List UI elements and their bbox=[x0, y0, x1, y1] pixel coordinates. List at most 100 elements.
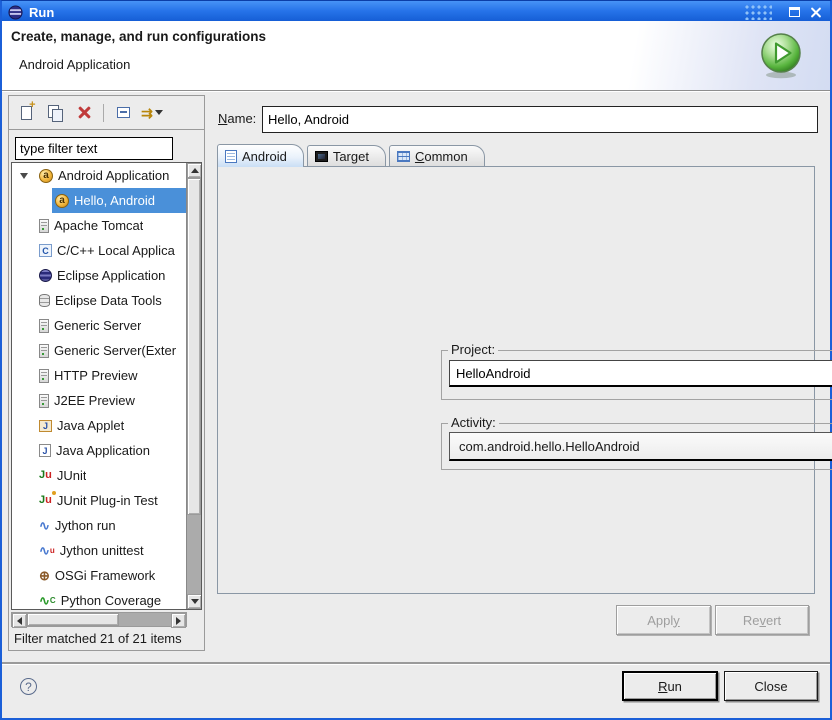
tab-target[interactable]: Target bbox=[307, 145, 386, 167]
name-label: Name: bbox=[218, 111, 256, 126]
run-configurations-dialog: Run Create, manage, and run configuratio… bbox=[0, 0, 832, 720]
activity-combo[interactable]: com.android.hello.HelloAndroid bbox=[449, 432, 832, 461]
vertical-scroll-thumb[interactable] bbox=[187, 178, 201, 515]
run-play-banner-icon bbox=[758, 31, 804, 82]
server-icon bbox=[39, 319, 49, 333]
tree-item-label: Generic Server(Exter bbox=[54, 343, 176, 358]
tab-content-panel: Project: Browse... Activity: com.android… bbox=[217, 166, 815, 594]
junit-icon: Ju bbox=[39, 470, 52, 481]
android-tab-icon bbox=[225, 150, 237, 163]
tree-item-jython-unittest[interactable]: ∿uJython unittest bbox=[12, 538, 186, 563]
window-gripper-dots bbox=[744, 4, 772, 20]
tab-label: Common bbox=[415, 149, 468, 164]
tree-item-label: Eclipse Application bbox=[57, 268, 165, 283]
tree-item-label: Python Coverage bbox=[61, 593, 161, 608]
android-icon: a bbox=[39, 169, 53, 183]
tree-item-label: JUnit Plug-in Test bbox=[57, 493, 158, 508]
eclipse-logo-icon bbox=[8, 5, 23, 20]
filter-input[interactable] bbox=[15, 137, 173, 160]
vertical-scrollbar[interactable] bbox=[186, 163, 201, 609]
tab-common[interactable]: Common bbox=[389, 145, 485, 167]
server-icon bbox=[39, 369, 49, 383]
tree-item-label: Java Applet bbox=[57, 418, 124, 433]
tree-item-label: Jython unittest bbox=[60, 543, 144, 558]
tree-item-label: Hello, Android bbox=[74, 193, 155, 208]
tree-item-jython-run[interactable]: ∿Jython run bbox=[12, 513, 186, 538]
tree-item-j2ee-preview[interactable]: J2EE Preview bbox=[12, 388, 186, 413]
tree-item-label: Apache Tomcat bbox=[54, 218, 143, 233]
tree-item-junit-plug-in-test[interactable]: Ju JUnit Plug-in Test bbox=[12, 488, 186, 513]
titlebar[interactable]: Run bbox=[2, 1, 830, 23]
scroll-left-icon[interactable] bbox=[12, 613, 27, 628]
run-button[interactable]: Run bbox=[622, 671, 718, 701]
java-icon: J bbox=[39, 444, 51, 457]
server-icon bbox=[39, 394, 49, 408]
tree-item-label: JUnit bbox=[57, 468, 87, 483]
window-title: Run bbox=[29, 5, 54, 20]
tree-item-generic-server[interactable]: Generic Server bbox=[12, 313, 186, 338]
page-title: Create, manage, and run configurations bbox=[11, 29, 266, 44]
eclipse-sphere-icon bbox=[39, 269, 52, 282]
scroll-down-icon[interactable] bbox=[187, 594, 202, 609]
tree-item-http-preview[interactable]: HTTP Preview bbox=[12, 363, 186, 388]
help-button[interactable]: ? bbox=[20, 678, 37, 695]
horizontal-scroll-track[interactable] bbox=[27, 613, 171, 626]
maximize-icon bbox=[789, 7, 800, 17]
tree-item-eclipse-data-tools[interactable]: Eclipse Data Tools bbox=[12, 288, 186, 313]
delete-icon[interactable] bbox=[74, 103, 94, 123]
vertical-scroll-track[interactable] bbox=[187, 178, 201, 594]
new-configuration-icon[interactable] bbox=[16, 103, 36, 123]
configurations-toolbar: ⇉ bbox=[9, 96, 204, 130]
tree-item-label: Java Application bbox=[56, 443, 150, 458]
tree-item-label: Generic Server bbox=[54, 318, 141, 333]
tree-item-junit[interactable]: Ju JUnit bbox=[12, 463, 186, 488]
project-input[interactable] bbox=[449, 360, 832, 387]
expander-icon[interactable] bbox=[12, 169, 36, 183]
tree-item-label: Eclipse Data Tools bbox=[55, 293, 162, 308]
tree-item-c-c-local-applica[interactable]: CC/C++ Local Applica bbox=[12, 238, 186, 263]
activity-combo-value: com.android.hello.HelloAndroid bbox=[459, 439, 640, 454]
project-group: Project: Browse... bbox=[441, 350, 832, 400]
duplicate-icon[interactable] bbox=[45, 103, 65, 123]
scroll-up-icon[interactable] bbox=[187, 163, 202, 178]
tree-item-python-coverage[interactable]: ∿C Python Coverage bbox=[12, 588, 186, 609]
junit-plugin-icon: Ju bbox=[39, 495, 52, 506]
android-icon: a bbox=[55, 194, 69, 208]
apply-button[interactable]: Apply bbox=[616, 605, 711, 635]
tree-item-java-applet[interactable]: JJava Applet bbox=[12, 413, 186, 438]
tree-item-android-application[interactable]: aAndroid Application bbox=[12, 163, 186, 188]
tree-item-java-application[interactable]: J Java Application bbox=[12, 438, 186, 463]
tree-item-hello-android[interactable]: a Hello, Android bbox=[12, 188, 186, 213]
tab-android[interactable]: Android bbox=[217, 144, 304, 167]
server-icon bbox=[39, 344, 49, 358]
tree-item-eclipse-application[interactable]: Eclipse Application bbox=[12, 263, 186, 288]
collapse-all-icon[interactable] bbox=[113, 103, 133, 123]
page-subtitle: Android Application bbox=[19, 57, 130, 72]
tree-item-osgi-framework[interactable]: ⊕OSGi Framework bbox=[12, 563, 186, 588]
scroll-right-icon[interactable] bbox=[171, 613, 186, 628]
close-button[interactable] bbox=[808, 4, 824, 20]
configurations-tree: aAndroid ApplicationaHello, AndroidApach… bbox=[11, 162, 202, 610]
footer-separator bbox=[2, 662, 830, 664]
horizontal-scrollbar[interactable] bbox=[11, 612, 187, 627]
tree-item-apache-tomcat[interactable]: Apache Tomcat bbox=[12, 213, 186, 238]
project-group-legend: Project: bbox=[448, 342, 498, 357]
revert-button[interactable]: Revert bbox=[715, 605, 809, 635]
tab-bar: Android Target Common bbox=[217, 144, 488, 167]
close-dialog-button[interactable]: Close bbox=[724, 671, 818, 701]
dialog-header: Create, manage, and run configurations A… bbox=[2, 21, 830, 91]
python-coverage-icon: ∿C bbox=[39, 594, 56, 607]
tab-label: Android bbox=[242, 149, 287, 164]
tree-item-generic-server-exter[interactable]: Generic Server(Exter bbox=[12, 338, 186, 363]
maximize-button[interactable] bbox=[786, 4, 802, 20]
common-tab-icon bbox=[397, 151, 410, 162]
activity-group: Activity: com.android.hello.HelloAndroid bbox=[441, 423, 832, 470]
filter-status-text: Filter matched 21 of 21 items bbox=[14, 631, 182, 646]
name-input[interactable] bbox=[262, 106, 818, 133]
toolbar-separator bbox=[103, 104, 104, 122]
jython-icon: ∿ bbox=[39, 519, 50, 532]
database-icon bbox=[39, 294, 50, 307]
tree-item-label: J2EE Preview bbox=[54, 393, 135, 408]
horizontal-scroll-thumb[interactable] bbox=[27, 613, 119, 626]
filter-icon[interactable]: ⇉ bbox=[142, 103, 162, 123]
